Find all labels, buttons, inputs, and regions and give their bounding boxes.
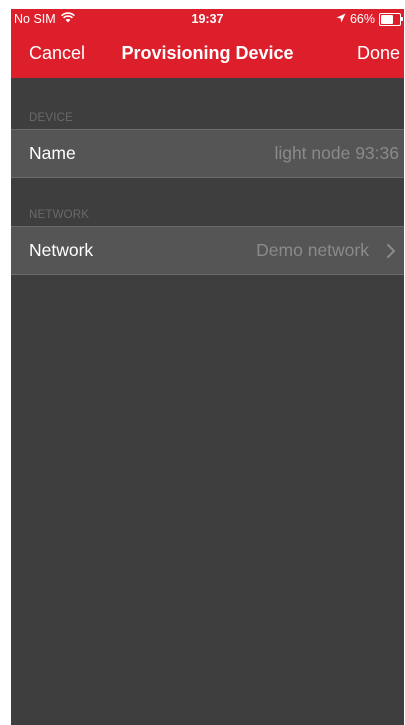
chevron-right-icon <box>384 243 398 259</box>
section-header-network: NETWORK <box>29 209 90 221</box>
header-area: No SIM 19:37 66% Cancel Provisioning Dev… <box>11 9 404 78</box>
network-label: Network <box>29 240 94 260</box>
name-value: light node 93:36 <box>274 143 399 163</box>
done-button[interactable]: Done <box>357 43 400 64</box>
battery-tip <box>401 16 403 21</box>
status-bar: No SIM 19:37 66% <box>11 9 404 31</box>
battery-fill <box>381 14 393 24</box>
battery-icon <box>379 12 403 26</box>
status-right: 66% <box>336 12 403 26</box>
name-label: Name <box>29 143 76 163</box>
page-title: Provisioning Device <box>121 43 294 63</box>
network-row[interactable]: Network Demo network <box>11 226 404 275</box>
network-value: Demo network <box>256 240 369 260</box>
section-header-device: DEVICE <box>29 112 74 124</box>
app-screen: No SIM 19:37 66% Cancel Provisioning Dev… <box>11 9 404 725</box>
battery-percent: 66% <box>349 12 375 26</box>
location-arrow-icon <box>336 12 346 26</box>
navigation-bar: Cancel Provisioning Device Done <box>11 31 404 78</box>
name-row[interactable]: Name light node 93:36 <box>11 129 404 178</box>
